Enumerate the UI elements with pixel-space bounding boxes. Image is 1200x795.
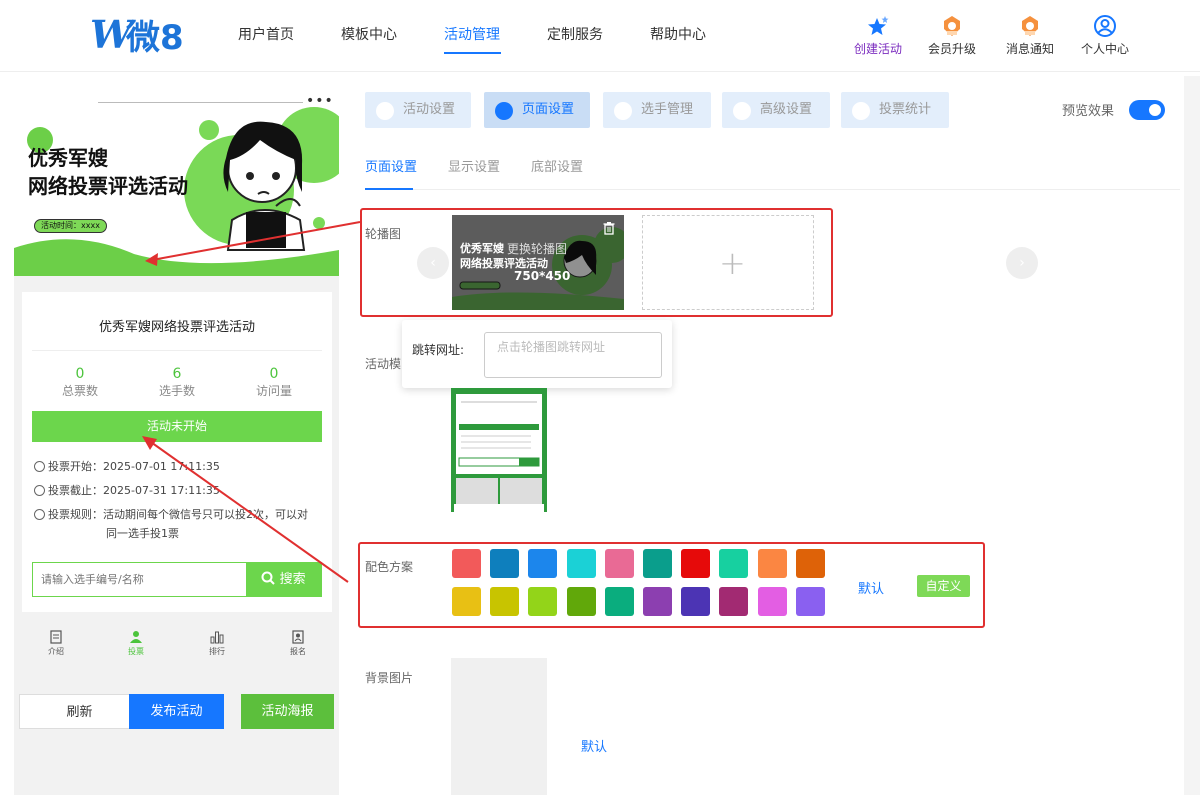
search-button[interactable]: 搜索 [246,563,321,596]
stat-contestants: 6 选手数 [158,366,195,398]
preview-effect-label: 预览效果 [1062,104,1115,119]
carousel-highlight-box [360,208,833,317]
carousel-next-button[interactable]: › [1006,247,1038,279]
nav-templates[interactable]: 模板中心 [341,24,397,44]
divider [32,350,322,351]
heart-icon [376,102,394,120]
subtab-active-underline [365,188,413,190]
tab-activity-settings[interactable]: 活动设置 [365,92,471,128]
tab-page-settings[interactable]: 页面设置 [484,92,590,128]
statistics-icon [852,102,870,120]
logo-text: 微8 [125,18,184,56]
search-icon [261,571,276,585]
contestant-search-input[interactable] [33,563,247,596]
user-icon [614,102,632,120]
vote-end-info: 投票截止：2025-07-31 17:11:35 [34,483,220,499]
document-icon [50,630,62,644]
background-image-box[interactable] [451,658,547,795]
banner-title: 优秀军嫂 网络投票评选活动 [28,146,188,198]
vote-rules-info: 投票规则：活动期间每个微信号只可以投2次，可以对 [34,507,308,523]
person-icon [130,631,142,643]
background-image-label: 背景图片 [365,671,414,685]
tab-advanced-settings[interactable]: 高级设置 [722,92,830,128]
activity-title: 优秀军嫂网络投票评选活动 [98,320,255,335]
member-upgrade-label: 会员升级 [927,42,976,56]
tab-register[interactable]: 报名 [278,630,318,657]
member-badge-icon [944,16,960,36]
notification-badge-icon [1022,16,1038,36]
activity-poster-button[interactable]: 活动海报 [241,694,334,729]
vote-start-info: 投票开始：2025-07-01 17:11:35 [34,459,220,475]
color-highlight-box [358,542,985,628]
notifications-label: 消息通知 [1005,42,1054,56]
notifications-button[interactable]: 消息通知 [1000,14,1060,57]
jump-url-input[interactable] [484,332,662,378]
nav-activity-management[interactable]: 活动管理 [444,24,500,44]
phone-preview: ••• 优秀军嫂 网络投票评选活动 活动时间：xxxx 优秀军嫂网络投票评选活动 [14,80,339,795]
user-circle-icon [1094,15,1116,37]
template-label: 活动模 [365,357,402,371]
nav-custom-service[interactable]: 定制服务 [547,24,603,44]
preview-tabbar: 介绍 投票 排行 报名 [14,626,339,666]
ranking-icon [210,631,224,644]
create-activity-button[interactable]: 创建活动 [848,14,908,57]
clock-icon [34,485,45,496]
tab-intro[interactable]: 介绍 [36,630,76,657]
subtab-footer-settings[interactable]: 底部设置 [531,156,583,175]
tab-ranking[interactable]: 排行 [197,630,237,657]
subtab-page-settings[interactable]: 页面设置 [365,156,417,175]
contestant-search: 搜索 [32,562,322,597]
preview-banner: ••• 优秀军嫂 网络投票评选活动 活动时间：xxxx [14,80,339,276]
jump-url-popover: 跳转网址: [402,320,672,388]
personal-center-label: 个人中心 [1080,42,1129,56]
publish-activity-button[interactable]: 发布活动 [129,694,224,729]
clock-icon [34,461,45,472]
member-upgrade-button[interactable]: 会员升级 [922,14,982,57]
register-icon [292,630,304,644]
activity-info-card: 优秀军嫂网络投票评选活动 0 总票数 6 选手数 0 访问量 活动未开始 投票开… [22,292,332,612]
jump-url-label: 跳转网址: [412,343,465,357]
stars-icon [868,16,889,35]
grid-icon [495,102,513,120]
stat-visits: 0 访问量 [255,366,292,398]
preview-effect-toggle[interactable] [1129,100,1165,120]
info-icon [34,509,45,520]
nav-active-underline [444,52,501,54]
background-default-link[interactable]: 默认 [581,736,607,755]
tab-contestant-management[interactable]: 选手管理 [603,92,711,128]
nav-help-center[interactable]: 帮助中心 [650,24,706,44]
stat-total-votes: 0 总票数 [61,366,98,398]
scrollbar-track[interactable] [1184,76,1200,795]
advanced-icon [733,102,751,120]
tab-vote[interactable]: 投票 [116,630,156,657]
template-preview-art [454,388,544,512]
top-navbar: W 微8 用户首页 模板中心 活动管理 定制服务 帮助中心 创建活动 会员升级 … [0,0,1200,72]
subtab-display-settings[interactable]: 显示设置 [448,156,500,175]
banner-time-badge: 活动时间：xxxx [34,219,107,233]
subtab-divider [365,189,1180,190]
refresh-button[interactable]: 刷新 [19,694,140,729]
logo[interactable]: W 微8 [90,12,190,56]
personal-center-button[interactable]: 个人中心 [1075,14,1135,57]
activity-status-button[interactable]: 活动未开始 [32,411,322,442]
template-thumbnail[interactable] [451,388,547,512]
nav-home[interactable]: 用户首页 [238,24,294,44]
vote-rules-info-line2: 同一选手投1票 [106,527,179,540]
create-activity-label: 创建活动 [853,42,902,56]
tab-vote-statistics[interactable]: 投票统计 [841,92,949,128]
